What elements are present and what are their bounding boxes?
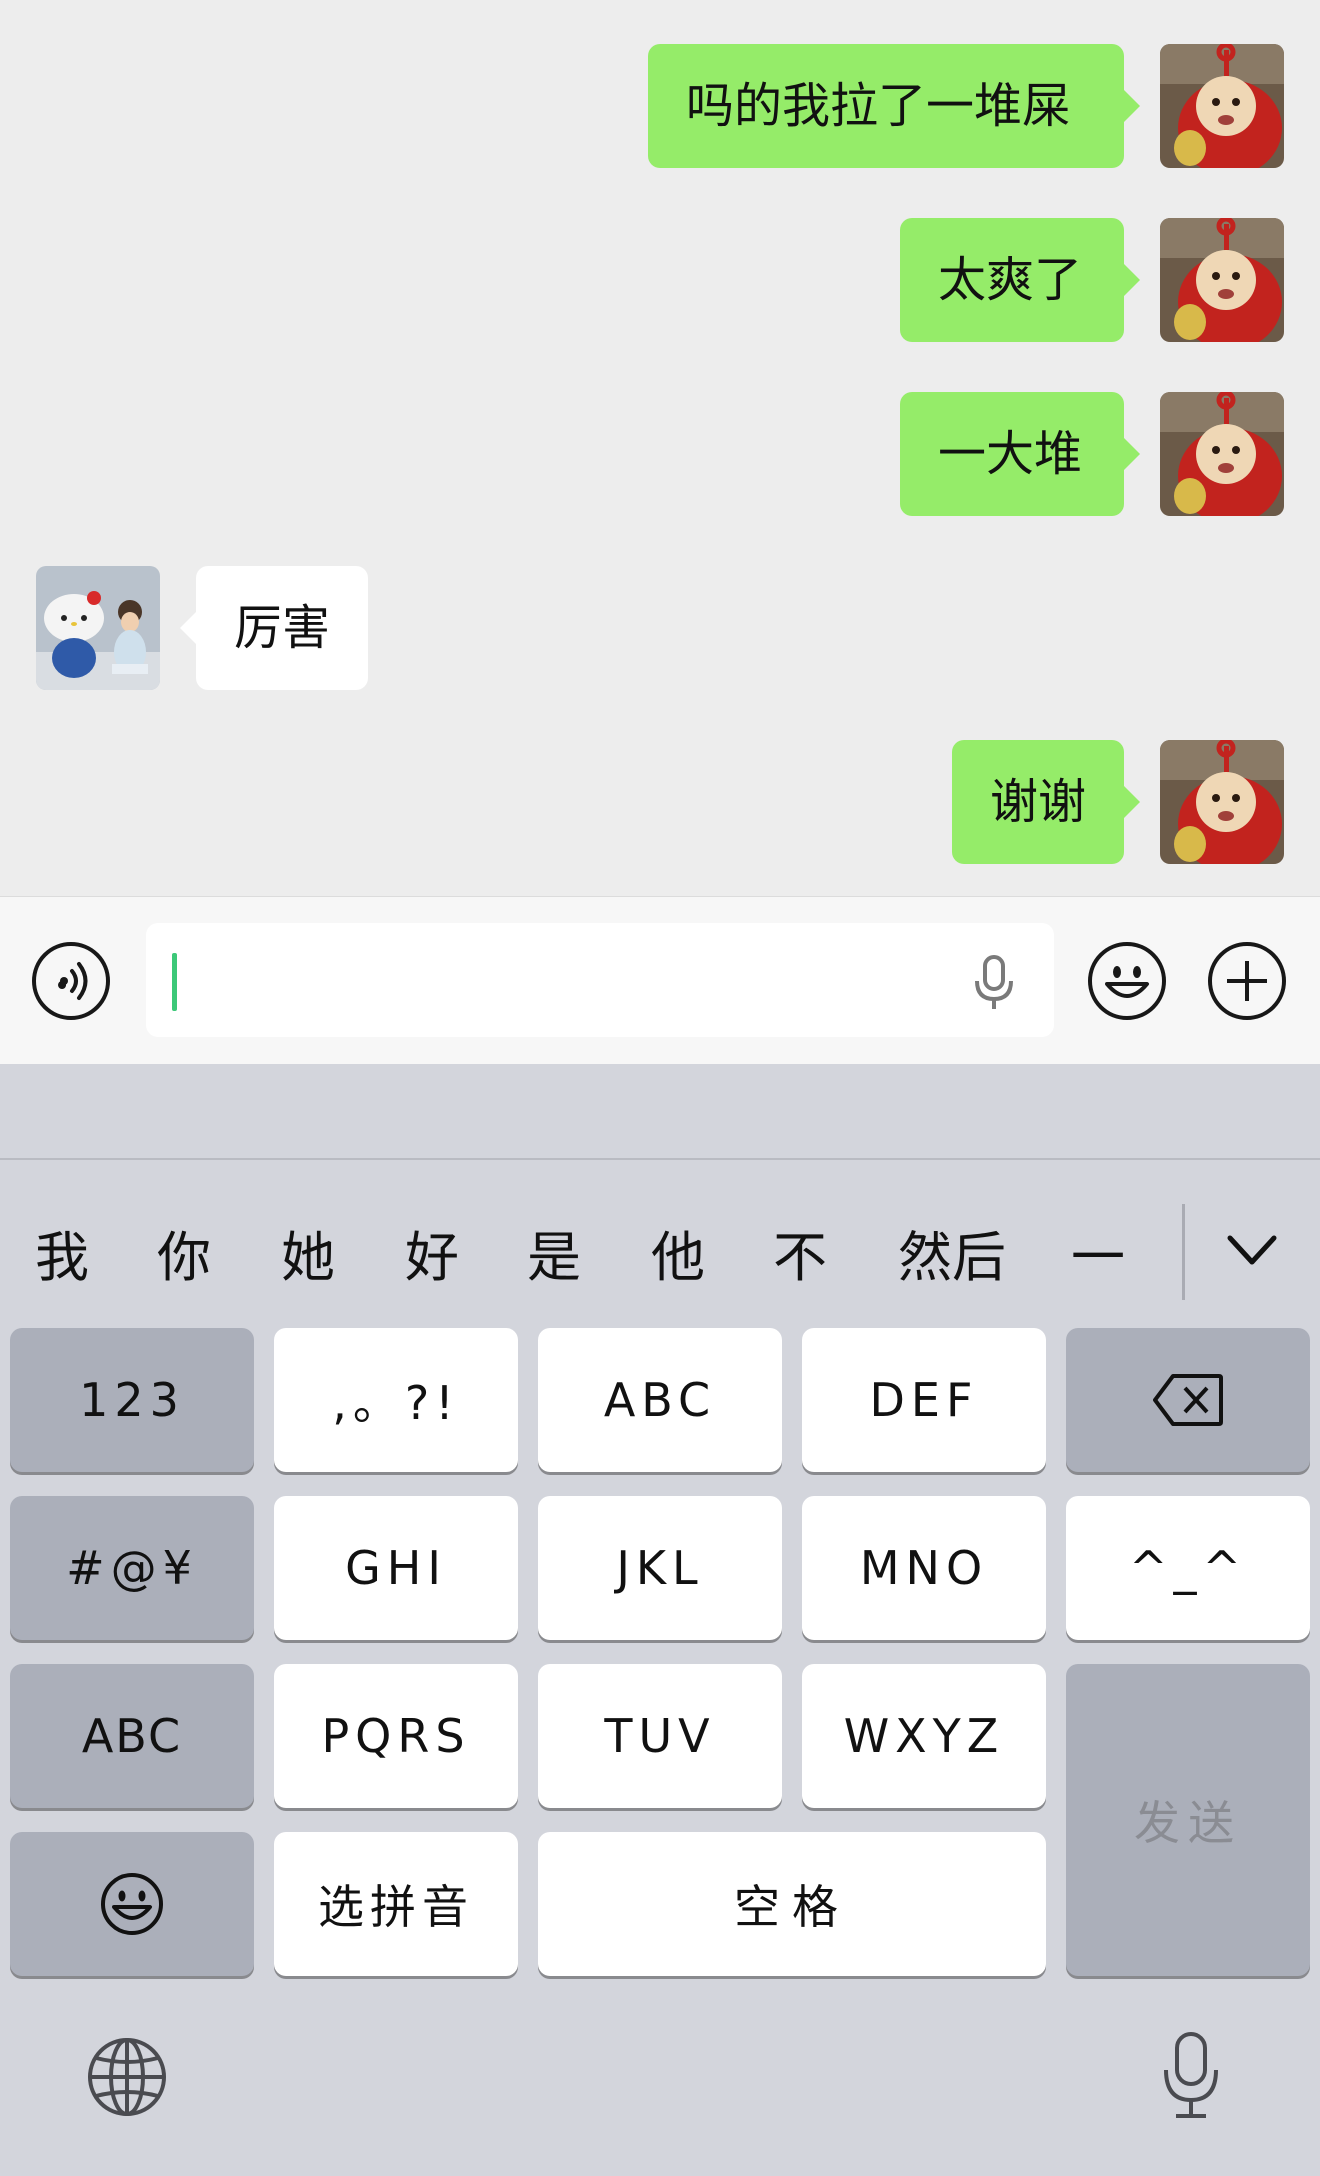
- divider: [1182, 1204, 1185, 1300]
- key-punctuation[interactable]: ,。?!: [274, 1328, 518, 1472]
- key-label: MNO: [859, 1541, 989, 1595]
- message-bubble[interactable]: 太爽了: [900, 218, 1140, 342]
- candidate-word[interactable]: 她: [266, 1168, 350, 1348]
- key-label: PQRS: [321, 1709, 471, 1763]
- message-text: 太爽了: [938, 252, 1083, 308]
- key-tuv[interactable]: TUV: [538, 1664, 782, 1808]
- candidate-word[interactable]: 一: [1056, 1168, 1140, 1348]
- candidate-word[interactable]: 我: [20, 1168, 104, 1348]
- emoji-icon[interactable]: [1088, 942, 1166, 1020]
- red-teletubby-avatar[interactable]: [1160, 44, 1284, 168]
- key-abc[interactable]: ABC: [538, 1328, 782, 1472]
- message-bubble[interactable]: 谢谢: [952, 740, 1140, 864]
- key-label: GHI: [345, 1541, 447, 1595]
- candidate-word[interactable]: 你: [142, 1168, 226, 1348]
- plus-icon[interactable]: [1208, 942, 1286, 1020]
- key-kaomoji[interactable]: ^_^: [1066, 1496, 1310, 1640]
- message-text: 吗的我拉了一堆屎: [686, 78, 1071, 134]
- key-label: DEF: [869, 1373, 979, 1427]
- key-label: ABC: [81, 1709, 183, 1763]
- key-label: 发送: [1134, 1796, 1242, 1850]
- key-ghi[interactable]: GHI: [274, 1496, 518, 1640]
- backspace-icon: [1153, 1374, 1223, 1426]
- space-key[interactable]: 空格: [538, 1832, 1046, 1976]
- candidate-word[interactable]: 好: [390, 1168, 474, 1348]
- send-key[interactable]: 发送: [1066, 1664, 1310, 1976]
- message-input[interactable]: [146, 923, 1054, 1037]
- key-mno[interactable]: MNO: [802, 1496, 1046, 1640]
- candidate-word[interactable]: 不: [758, 1168, 842, 1348]
- key-abc-switch[interactable]: ABC: [10, 1664, 254, 1808]
- message-text: 厉害: [234, 600, 331, 656]
- divider: [0, 1158, 1320, 1160]
- key-label: ABC: [603, 1373, 717, 1427]
- key-label: 选拼音: [318, 1880, 474, 1934]
- message-bubble[interactable]: 一大堆: [900, 392, 1140, 516]
- chevron-down-icon[interactable]: [1222, 1224, 1282, 1280]
- input-bar: [0, 896, 1320, 1065]
- key-label: JKL: [616, 1541, 704, 1595]
- chat-area[interactable]: 吗的我拉了一堆屎 太爽了 一大堆 厉害 谢谢: [0, 0, 1320, 896]
- candidate-word[interactable]: 然后: [884, 1168, 1020, 1348]
- candidate-word[interactable]: 他: [636, 1168, 720, 1348]
- key-label: ^_^: [1128, 1541, 1248, 1595]
- key-pqrs[interactable]: PQRS: [274, 1664, 518, 1808]
- message-bubble[interactable]: 吗的我拉了一堆屎: [648, 44, 1140, 168]
- voice-icon[interactable]: [32, 942, 110, 1020]
- candidate-bar: 我 你 她 好 是 他 不 然后 一: [0, 1168, 1320, 1348]
- key-label: 空格: [734, 1880, 850, 1934]
- emoji-key[interactable]: [10, 1832, 254, 1976]
- globe-icon[interactable]: [86, 2036, 168, 2118]
- message-text: 一大堆: [938, 426, 1083, 482]
- backspace-key[interactable]: [1066, 1328, 1310, 1472]
- smiley-icon: [101, 1873, 163, 1935]
- key-jkl[interactable]: JKL: [538, 1496, 782, 1640]
- microphone-icon[interactable]: [972, 955, 1016, 1011]
- key-label: WXYZ: [843, 1709, 1005, 1763]
- key-label: #@¥: [66, 1541, 198, 1595]
- red-teletubby-avatar[interactable]: [1160, 218, 1284, 342]
- message-bubble[interactable]: 厉害: [180, 566, 368, 690]
- candidate-word[interactable]: 是: [512, 1168, 596, 1348]
- key-123[interactable]: 123: [10, 1328, 254, 1472]
- microphone-icon[interactable]: [1160, 2030, 1222, 2130]
- key-def[interactable]: DEF: [802, 1328, 1046, 1472]
- red-teletubby-avatar[interactable]: [1160, 740, 1284, 864]
- key-symbols[interactable]: #@¥: [10, 1496, 254, 1640]
- message-text: 谢谢: [990, 774, 1087, 830]
- red-teletubby-avatar[interactable]: [1160, 392, 1284, 516]
- key-label: 123: [79, 1373, 185, 1427]
- key-wxyz[interactable]: WXYZ: [802, 1664, 1046, 1808]
- key-label: TUV: [604, 1709, 716, 1763]
- girl-with-hello-kitty-avatar[interactable]: [36, 566, 160, 690]
- key-select-pinyin[interactable]: 选拼音: [274, 1832, 518, 1976]
- keyboard: 我 你 她 好 是 他 不 然后 一 123 ,。?! ABC DEF #@¥ …: [0, 1064, 1320, 2176]
- text-caret: [172, 953, 177, 1011]
- key-label: ,。?!: [332, 1376, 460, 1430]
